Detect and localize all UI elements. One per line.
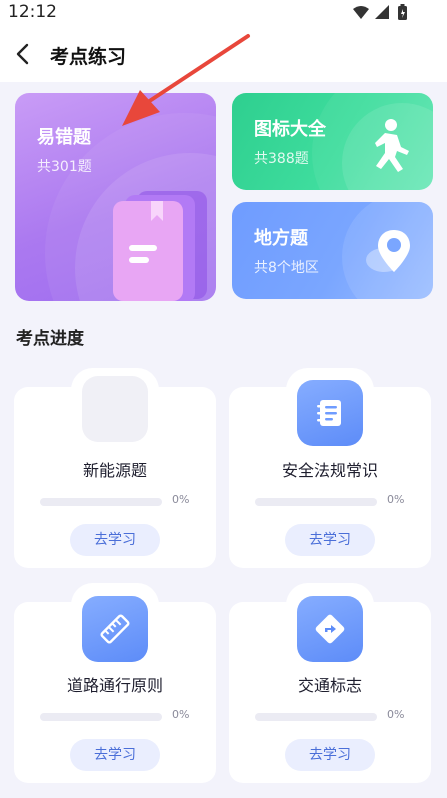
study-button[interactable]: 去学习 (70, 739, 160, 771)
car-icon (82, 376, 148, 442)
section-title: 考点进度 (16, 329, 84, 349)
notebook-icon (297, 380, 363, 446)
error-questions-subtitle: 共301题 (37, 159, 92, 175)
turn-sign-icon (297, 596, 363, 662)
progress-bar (40, 713, 162, 721)
book-icon (113, 191, 207, 301)
study-button[interactable]: 去学习 (285, 739, 375, 771)
wifi-icon (353, 6, 369, 19)
status-time: 12:12 (8, 2, 57, 22)
progress-bar (255, 498, 377, 506)
back-icon[interactable] (10, 40, 38, 68)
topic-name: 道路通行原则 (66, 676, 163, 695)
error-questions-card[interactable]: 易错题 共301题 (15, 93, 216, 301)
page-title: 考点练习 (50, 46, 127, 68)
local-card-title: 地方题 (254, 228, 308, 249)
signal-icon (375, 5, 389, 19)
icons-card-subtitle: 共388题 (254, 151, 309, 167)
progress-percent: 0% (172, 708, 190, 721)
local-card-subtitle: 共8个地区 (254, 260, 319, 276)
status-bar: 12:12 (0, 0, 447, 26)
ruler-icon (82, 596, 148, 662)
progress-percent: 0% (387, 493, 405, 506)
study-button[interactable]: 去学习 (70, 524, 160, 556)
progress-percent: 0% (172, 493, 190, 506)
local-questions-card[interactable]: 地方题 共8个地区 (232, 202, 433, 299)
topic-name: 新能源题 (82, 461, 147, 480)
progress-bar (255, 713, 377, 721)
location-pin-icon (366, 230, 410, 272)
icons-card[interactable]: 图标大全 共388题 (232, 93, 433, 190)
topic-name: 安全法规常识 (281, 461, 378, 480)
header: 考点练习 (0, 26, 447, 82)
status-icons (353, 4, 407, 20)
icons-card-title: 图标大全 (254, 119, 326, 140)
progress-percent: 0% (387, 708, 405, 721)
progress-bar (40, 498, 162, 506)
topic-name: 交通标志 (297, 676, 362, 695)
error-questions-title: 易错题 (37, 127, 91, 148)
pedestrian-icon (375, 119, 409, 172)
study-button[interactable]: 去学习 (285, 524, 375, 556)
